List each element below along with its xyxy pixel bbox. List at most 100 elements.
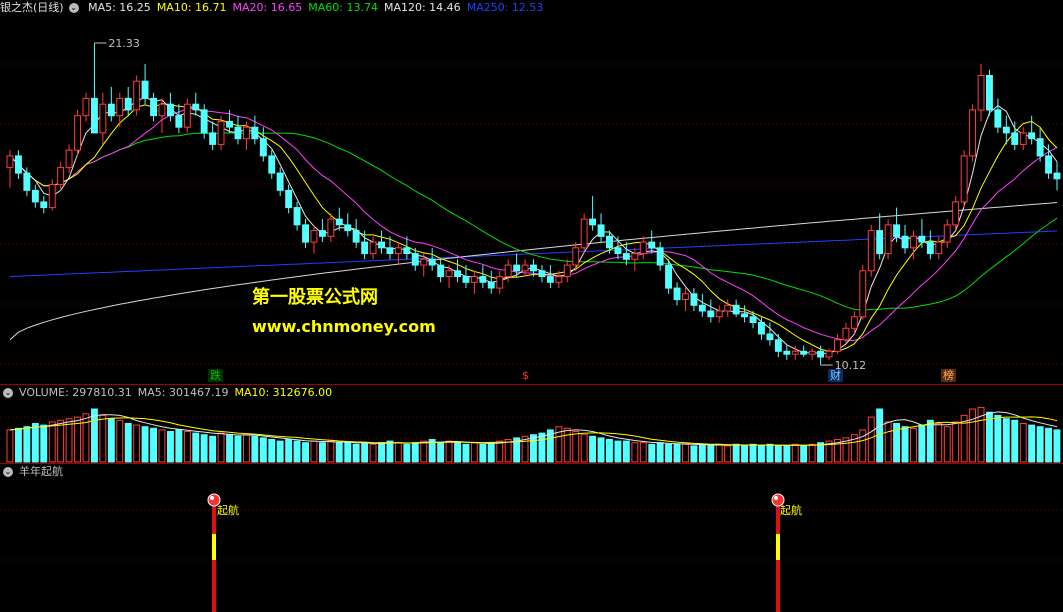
marker-ranking[interactable]: 榜: [941, 369, 956, 382]
candle: [74, 115, 81, 151]
candle: [589, 218, 596, 226]
candle: [57, 166, 65, 186]
volume-bar: [952, 421, 960, 463]
candle: [302, 224, 310, 243]
volume-bar: [1028, 424, 1036, 463]
candle: [1045, 155, 1052, 174]
volume-bar: [715, 443, 723, 463]
marker-finance[interactable]: 财: [828, 369, 843, 382]
volume-bar: [276, 440, 284, 463]
candle: [65, 149, 73, 168]
volume-bar: [192, 432, 200, 463]
candle: [48, 184, 56, 209]
candle: [935, 241, 943, 255]
candle: [116, 97, 124, 117]
signal-bar-highlight: [212, 534, 216, 560]
candle: [23, 172, 31, 191]
candle: [107, 103, 115, 117]
candle: [698, 304, 706, 312]
candle: [268, 155, 276, 174]
signal-label: 起航: [217, 504, 239, 517]
volume-bar: [403, 443, 411, 463]
candle: [99, 103, 107, 134]
candle: [319, 230, 326, 237]
volume-bar: [648, 443, 656, 463]
candle: [293, 207, 301, 226]
volume-bar: [344, 442, 352, 463]
candle: [394, 247, 402, 255]
candle: [175, 115, 183, 128]
signal-bar-highlight: [776, 534, 780, 560]
volume-bar: [82, 413, 90, 463]
volume-bar: [741, 445, 748, 463]
candle: [378, 241, 386, 249]
volume-bar: [234, 435, 242, 463]
candle: [259, 138, 267, 157]
volume-bar: [665, 443, 672, 463]
volume-bar: [302, 442, 310, 463]
candle: [403, 247, 411, 255]
candle: [555, 276, 563, 283]
candle: [580, 218, 588, 249]
volume-bar: [817, 442, 824, 463]
candle: [209, 132, 217, 145]
volume-bar: [183, 431, 191, 463]
signal-label: 起航: [780, 504, 802, 517]
volume-panel[interactable]: ⌄ VOLUME: 297810.31 MA5: 301467.19 MA10: 31…: [0, 385, 1063, 463]
high-label: 21.33: [108, 37, 140, 50]
volume-bar: [673, 443, 681, 463]
volume-bar: [141, 426, 149, 463]
candle: [183, 103, 191, 128]
marker-fall[interactable]: 跌: [208, 369, 223, 382]
volume-bar: [969, 408, 976, 463]
candle: [758, 322, 765, 335]
volume-bar: [783, 445, 791, 463]
volume-bar: [116, 419, 124, 463]
volume-bar: [437, 442, 445, 463]
candle: [327, 218, 335, 237]
candle: [344, 224, 352, 232]
candle: [361, 241, 369, 255]
volume-bar: [209, 435, 217, 463]
candle: [411, 253, 419, 266]
candle: [217, 120, 225, 145]
candle: [251, 126, 259, 140]
candle: [834, 339, 841, 352]
candle: [470, 276, 478, 283]
candle: [504, 264, 512, 278]
volume-bar: [445, 440, 453, 463]
volume-bar: [251, 435, 259, 463]
candle: [859, 270, 867, 318]
volume-bar: [1011, 419, 1019, 463]
candle: [150, 97, 158, 117]
volume-bar: [454, 442, 462, 463]
volume-bar: [226, 434, 234, 463]
candle: [369, 241, 377, 255]
candle: [918, 235, 926, 243]
price-chart[interactable]: 21.3310.12: [0, 0, 1063, 384]
indicator-panel[interactable]: ⌄ 羊年起航 起航 起航: [0, 464, 1063, 612]
volume-bar: [335, 442, 343, 463]
volume-chart[interactable]: [0, 385, 1063, 463]
candle: [167, 103, 174, 117]
volume-bar: [293, 440, 301, 463]
volume-bar: [1045, 427, 1052, 463]
candle: [800, 350, 808, 355]
price-panel[interactable]: 银之杰(日线) ⌄ MA5: 16.25 MA10: 16.71 MA20: 16.6…: [0, 0, 1063, 384]
candle: [546, 276, 554, 283]
volume-bar: [732, 443, 740, 463]
candle: [420, 258, 428, 266]
volume-bar: [698, 443, 706, 463]
candle: [766, 333, 774, 341]
marker-dollar[interactable]: $: [520, 369, 531, 382]
candle: [791, 350, 799, 355]
candle: [91, 97, 98, 134]
candle: [200, 109, 208, 134]
volume-bar: [470, 442, 478, 463]
volume-bar: [1019, 423, 1027, 463]
candle: [639, 241, 647, 255]
indicator-chart[interactable]: [0, 464, 1063, 612]
signal-dot-shine: [210, 496, 214, 500]
candle: [82, 97, 90, 117]
volume-bar: [622, 440, 630, 463]
